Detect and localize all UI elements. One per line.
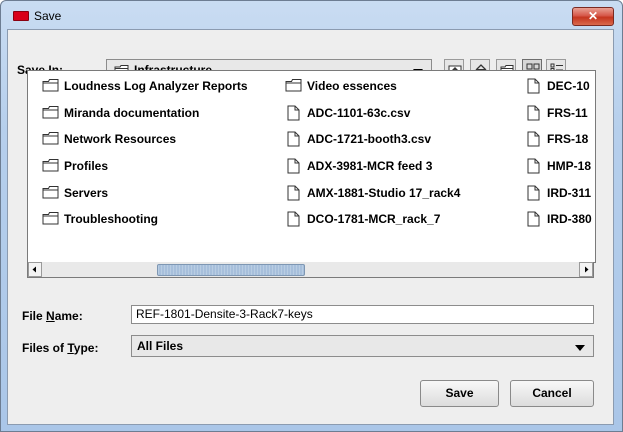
file-list-column: Loudness Log Analyzer Reports Miranda doc… bbox=[42, 77, 272, 237]
list-item-label: DCO-1781-MCR_rack_7 bbox=[307, 212, 441, 227]
list-item-label: DEC-10 bbox=[547, 79, 590, 93]
list-item[interactable]: ADC-1721-booth3.csv bbox=[285, 130, 515, 157]
file-icon bbox=[527, 185, 540, 201]
list-item[interactable]: Network Resources bbox=[42, 130, 272, 157]
list-item[interactable]: Servers bbox=[42, 184, 272, 211]
list-item[interactable]: IRD-311 bbox=[525, 184, 595, 211]
file-icon bbox=[287, 185, 300, 201]
list-item-label: HMP-18 bbox=[547, 159, 592, 174]
list-item[interactable]: IRD-380 bbox=[525, 210, 595, 237]
title-bar[interactable]: Save ✕ bbox=[1, 1, 622, 31]
list-item[interactable]: FRS-11 bbox=[525, 104, 595, 131]
file-icon bbox=[287, 211, 300, 227]
list-item[interactable]: DCO-1781-MCR_rack_7 bbox=[285, 210, 515, 237]
horizontal-scrollbar[interactable] bbox=[27, 262, 594, 278]
list-item[interactable]: Loudness Log Analyzer Reports bbox=[42, 77, 272, 104]
list-item-label: Loudness Log Analyzer Reports bbox=[64, 79, 248, 93]
file-name-input[interactable]: REF-1801-Densite-3-Rack7-keys bbox=[131, 305, 594, 324]
file-type-dropdown[interactable]: All Files bbox=[131, 335, 594, 357]
cancel-button[interactable]: Cancel bbox=[510, 380, 594, 407]
list-item[interactable]: Troubleshooting bbox=[42, 210, 272, 237]
list-item-label: Video essences bbox=[307, 79, 397, 93]
close-icon: ✕ bbox=[587, 9, 599, 23]
list-item-label: Profiles bbox=[64, 159, 109, 174]
close-button[interactable]: ✕ bbox=[572, 7, 614, 26]
folder-icon bbox=[42, 132, 59, 145]
file-list-column: Video essences ADC-1101-63c.csv ADC-1721-b… bbox=[285, 77, 515, 237]
arrow-right-icon bbox=[585, 266, 589, 273]
list-item[interactable]: DEC-10 bbox=[525, 77, 595, 104]
arrow-left-icon bbox=[32, 266, 36, 273]
file-icon bbox=[287, 105, 300, 121]
list-item-label: Servers bbox=[64, 185, 109, 200]
list-item[interactable]: AMX-1881-Studio 17_rack4 bbox=[285, 184, 515, 211]
file-icon bbox=[527, 105, 540, 121]
file-icon bbox=[287, 158, 300, 174]
list-item-label: AMX-1881-Studio 17_rack4 bbox=[307, 185, 461, 200]
list-item-label: Network Resources bbox=[64, 132, 177, 147]
folder-icon bbox=[285, 79, 302, 92]
list-item-label: FRS-11 bbox=[547, 105, 588, 120]
folder-icon bbox=[42, 79, 59, 92]
scroll-right-button[interactable] bbox=[579, 262, 593, 277]
folder-icon bbox=[42, 212, 59, 225]
folder-icon bbox=[42, 185, 59, 199]
list-item-label: IRD-380 bbox=[547, 212, 592, 227]
file-icon bbox=[527, 131, 540, 147]
file-list[interactable]: Loudness Log Analyzer Reports Miranda doc… bbox=[27, 70, 596, 263]
file-icon bbox=[287, 131, 300, 147]
file-type-label: Files of Type: bbox=[22, 341, 99, 355]
list-item[interactable]: ADX-3981-MCR feed 3 bbox=[285, 157, 515, 184]
scroll-left-button[interactable] bbox=[28, 262, 42, 277]
folder-icon bbox=[42, 159, 59, 172]
file-icon bbox=[527, 211, 540, 227]
list-item-label: IRD-311 bbox=[547, 185, 592, 200]
list-item-label: FRS-18 bbox=[547, 132, 589, 147]
file-list-column: DEC-10 FRS-11 FRS-18 HMP-18 IRD-311 IRD-380 bbox=[525, 77, 595, 237]
file-type-value: All Files bbox=[137, 339, 184, 353]
window-title: Save bbox=[34, 9, 62, 23]
list-item[interactable]: ADC-1101-63c.csv bbox=[285, 104, 515, 131]
list-item[interactable]: Miranda documentation bbox=[42, 104, 272, 131]
list-item-label: Miranda documentation bbox=[64, 105, 200, 120]
app-icon bbox=[13, 11, 29, 21]
save-button[interactable]: Save bbox=[420, 380, 499, 407]
scrollbar-thumb[interactable] bbox=[157, 264, 305, 276]
list-item[interactable]: HMP-18 bbox=[525, 157, 595, 184]
list-item[interactable]: Profiles bbox=[42, 157, 272, 184]
list-item-label: ADC-1101-63c.csv bbox=[307, 105, 411, 120]
folder-icon bbox=[42, 105, 59, 119]
chevron-down-icon bbox=[575, 345, 585, 351]
list-item[interactable]: Video essences bbox=[285, 77, 515, 104]
list-item-label: ADC-1721-booth3.csv bbox=[307, 132, 432, 147]
list-item[interactable]: FRS-18 bbox=[525, 130, 595, 157]
file-name-label: File Name: bbox=[22, 309, 83, 323]
file-icon bbox=[527, 158, 540, 174]
list-item-label: Troubleshooting bbox=[64, 212, 158, 227]
list-item-label: ADX-3981-MCR feed 3 bbox=[307, 159, 433, 174]
file-icon bbox=[527, 78, 540, 94]
